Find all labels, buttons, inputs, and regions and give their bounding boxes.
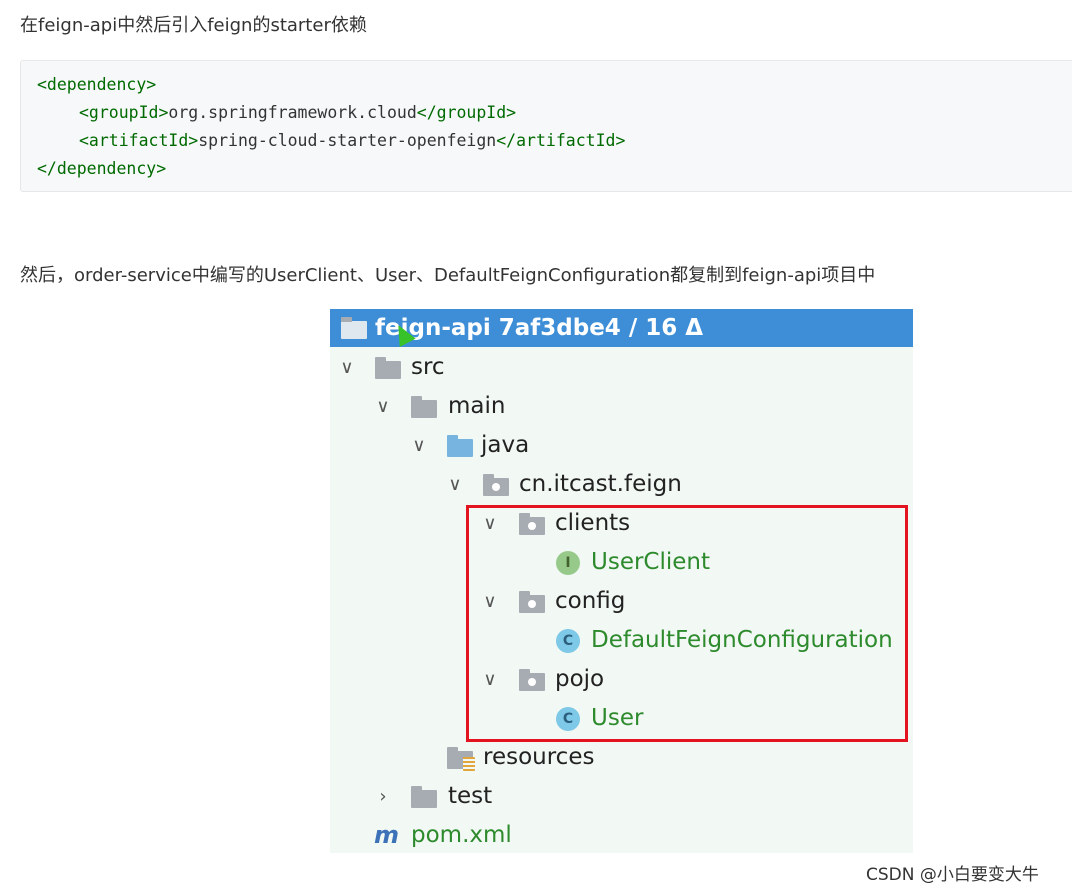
tree-row-main[interactable]: ∨ main xyxy=(330,387,913,426)
tree-row-src[interactable]: ∨ src xyxy=(330,348,913,387)
chevron-right-icon[interactable]: › xyxy=(373,777,393,816)
code-groupid-open: <groupId> xyxy=(79,103,169,122)
code-dependency-close: </dependency> xyxy=(37,159,167,178)
tree-row-pom[interactable]: m pom.xml xyxy=(330,816,913,853)
tree-row-resources[interactable]: resources xyxy=(330,738,913,777)
tree-header[interactable]: feign-api 7af3dbe4 / 16 Δ xyxy=(330,309,913,347)
code-artifactid-close: </artifactId> xyxy=(496,131,626,150)
chevron-down-icon[interactable]: ∨ xyxy=(409,426,429,465)
chevron-down-icon[interactable]: ∨ xyxy=(337,348,357,387)
folder-icon xyxy=(411,396,437,418)
source-folder-icon xyxy=(447,435,473,457)
tree-row-test[interactable]: › test xyxy=(330,777,913,816)
tree-label-java: java xyxy=(481,432,530,458)
watermark: CSDN @小白要变大牛 xyxy=(866,865,1039,885)
code-artifactid-value: spring-cloud-starter-openfeign xyxy=(198,131,497,150)
package-icon xyxy=(483,474,509,496)
tree-label-package: cn.itcast.feign xyxy=(519,471,682,497)
tree-label-resources: resources xyxy=(483,744,595,770)
resources-folder-icon xyxy=(447,747,475,771)
tree-header-title: feign-api 7af3dbe4 / 16 Δ xyxy=(375,315,704,341)
tree-label-test: test xyxy=(448,783,493,809)
highlight-box xyxy=(466,505,908,742)
code-groupid-value: org.springframework.cloud xyxy=(168,103,417,122)
maven-icon: m xyxy=(374,821,400,849)
folder-icon xyxy=(411,786,437,808)
tree-label-main: main xyxy=(448,393,506,419)
chevron-down-icon[interactable]: ∨ xyxy=(373,387,393,426)
tree-label-src: src xyxy=(411,354,445,380)
code-artifactid-open: <artifactId> xyxy=(79,131,199,150)
code-dependency-open: <dependency> xyxy=(37,75,157,94)
intro-text: 在feign-api中然后引入feign的starter依赖 xyxy=(20,15,367,36)
code-content: <dependency> <groupId>org.springframewor… xyxy=(37,71,625,183)
second-text: 然后，order-service中编写的UserClient、User、Defa… xyxy=(20,265,876,286)
project-folder-icon xyxy=(341,317,367,339)
tree-row-java[interactable]: ∨ java xyxy=(330,426,913,465)
tree-label-pom: pom.xml xyxy=(411,822,512,848)
folder-icon xyxy=(375,357,401,379)
tree-row-package[interactable]: ∨ cn.itcast.feign xyxy=(330,465,913,504)
code-groupid-close: </groupId> xyxy=(416,103,517,122)
chevron-down-icon[interactable]: ∨ xyxy=(445,465,465,504)
